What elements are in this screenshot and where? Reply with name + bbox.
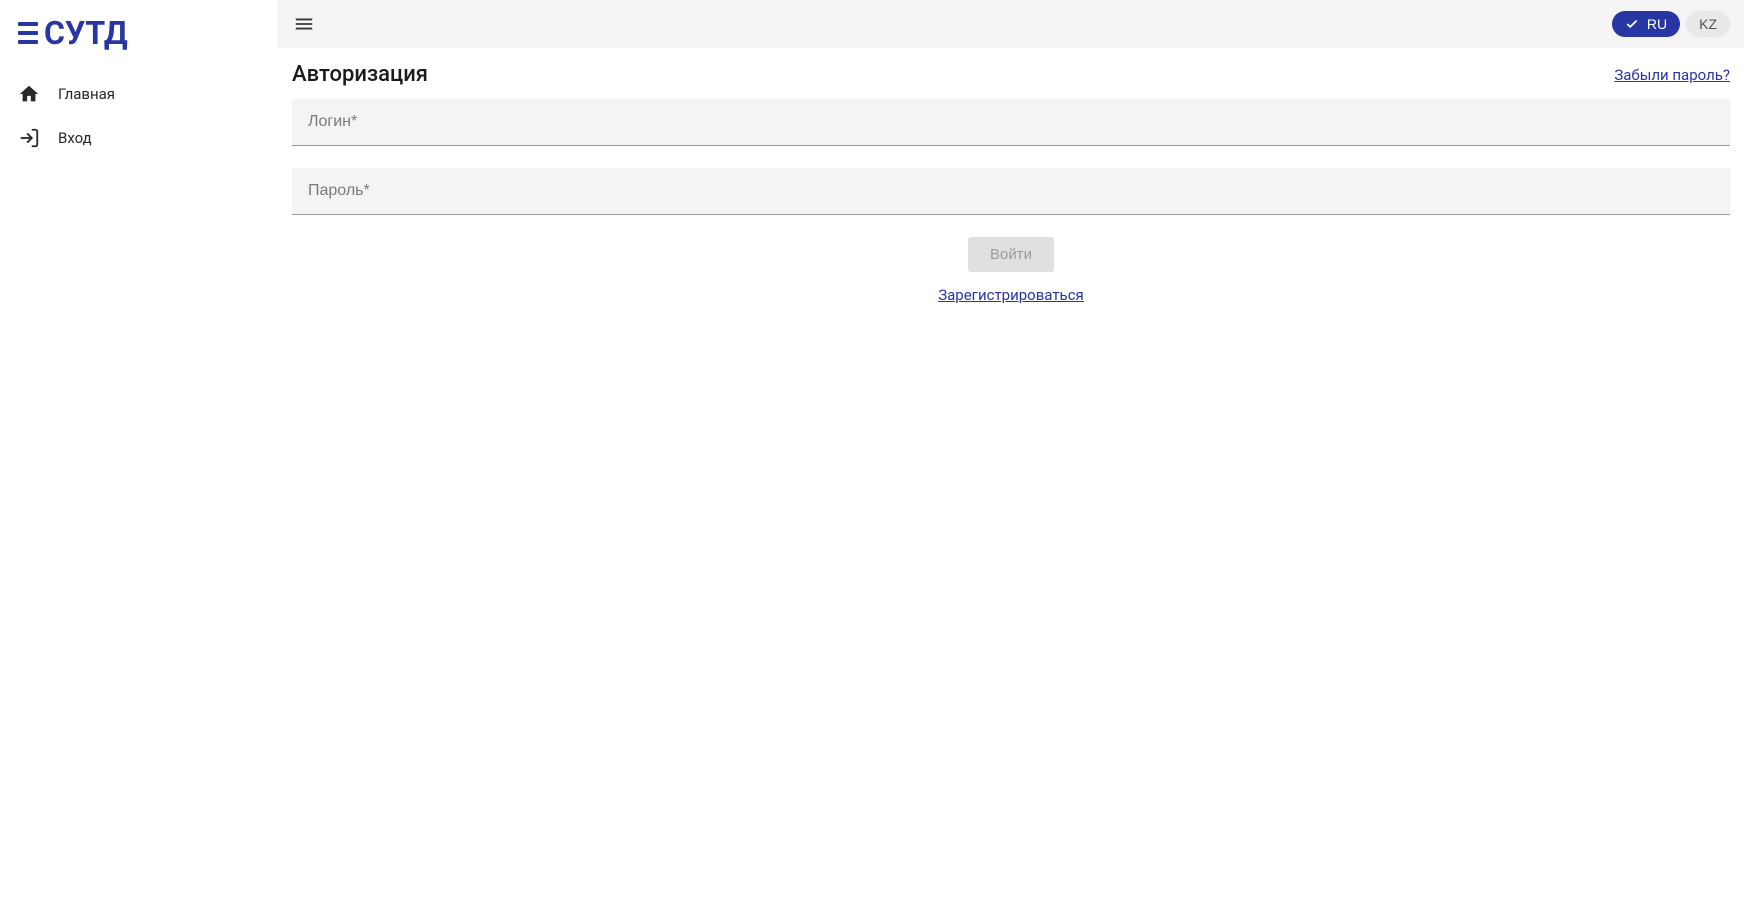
sidebar-item-home[interactable]: Главная xyxy=(0,72,278,116)
sidebar-item-label: Главная xyxy=(58,85,115,103)
sidebar-item-label: Вход xyxy=(58,129,92,147)
topbar: RU KZ xyxy=(278,0,1744,48)
login-button[interactable]: Войти xyxy=(968,237,1054,272)
login-icon xyxy=(18,127,40,149)
logo-hamburger-icon xyxy=(18,22,38,44)
auth-header: Авторизация Забыли пароль? xyxy=(292,62,1730,87)
main: RU KZ Авторизация Забыли пароль? Войти З… xyxy=(278,0,1744,899)
login-input-group xyxy=(292,99,1730,146)
register-link[interactable]: Зарегистрироваться xyxy=(292,286,1730,304)
lang-code: RU xyxy=(1647,16,1667,32)
logo-text: СУТД xyxy=(44,14,128,52)
hamburger-icon xyxy=(293,13,315,35)
sidebar-nav: Главная Вход xyxy=(0,72,278,160)
sidebar: СУТД Главная Вход xyxy=(0,0,278,899)
forgot-password-link[interactable]: Забыли пароль? xyxy=(1614,66,1730,84)
password-input-group xyxy=(292,168,1730,215)
lang-code: KZ xyxy=(1699,16,1717,32)
lang-button-ru[interactable]: RU xyxy=(1612,11,1680,37)
page-title: Авторизация xyxy=(292,62,428,87)
check-icon xyxy=(1625,17,1639,31)
lang-button-kz[interactable]: KZ xyxy=(1686,11,1730,37)
password-input[interactable] xyxy=(292,168,1730,215)
login-input[interactable] xyxy=(292,99,1730,146)
home-icon xyxy=(18,83,40,105)
language-toggle: RU KZ xyxy=(1612,11,1730,37)
menu-button[interactable] xyxy=(292,12,316,36)
content: Авторизация Забыли пароль? Войти Зарегис… xyxy=(278,48,1744,899)
logo: СУТД xyxy=(0,14,278,72)
sidebar-item-login[interactable]: Вход xyxy=(0,116,278,160)
